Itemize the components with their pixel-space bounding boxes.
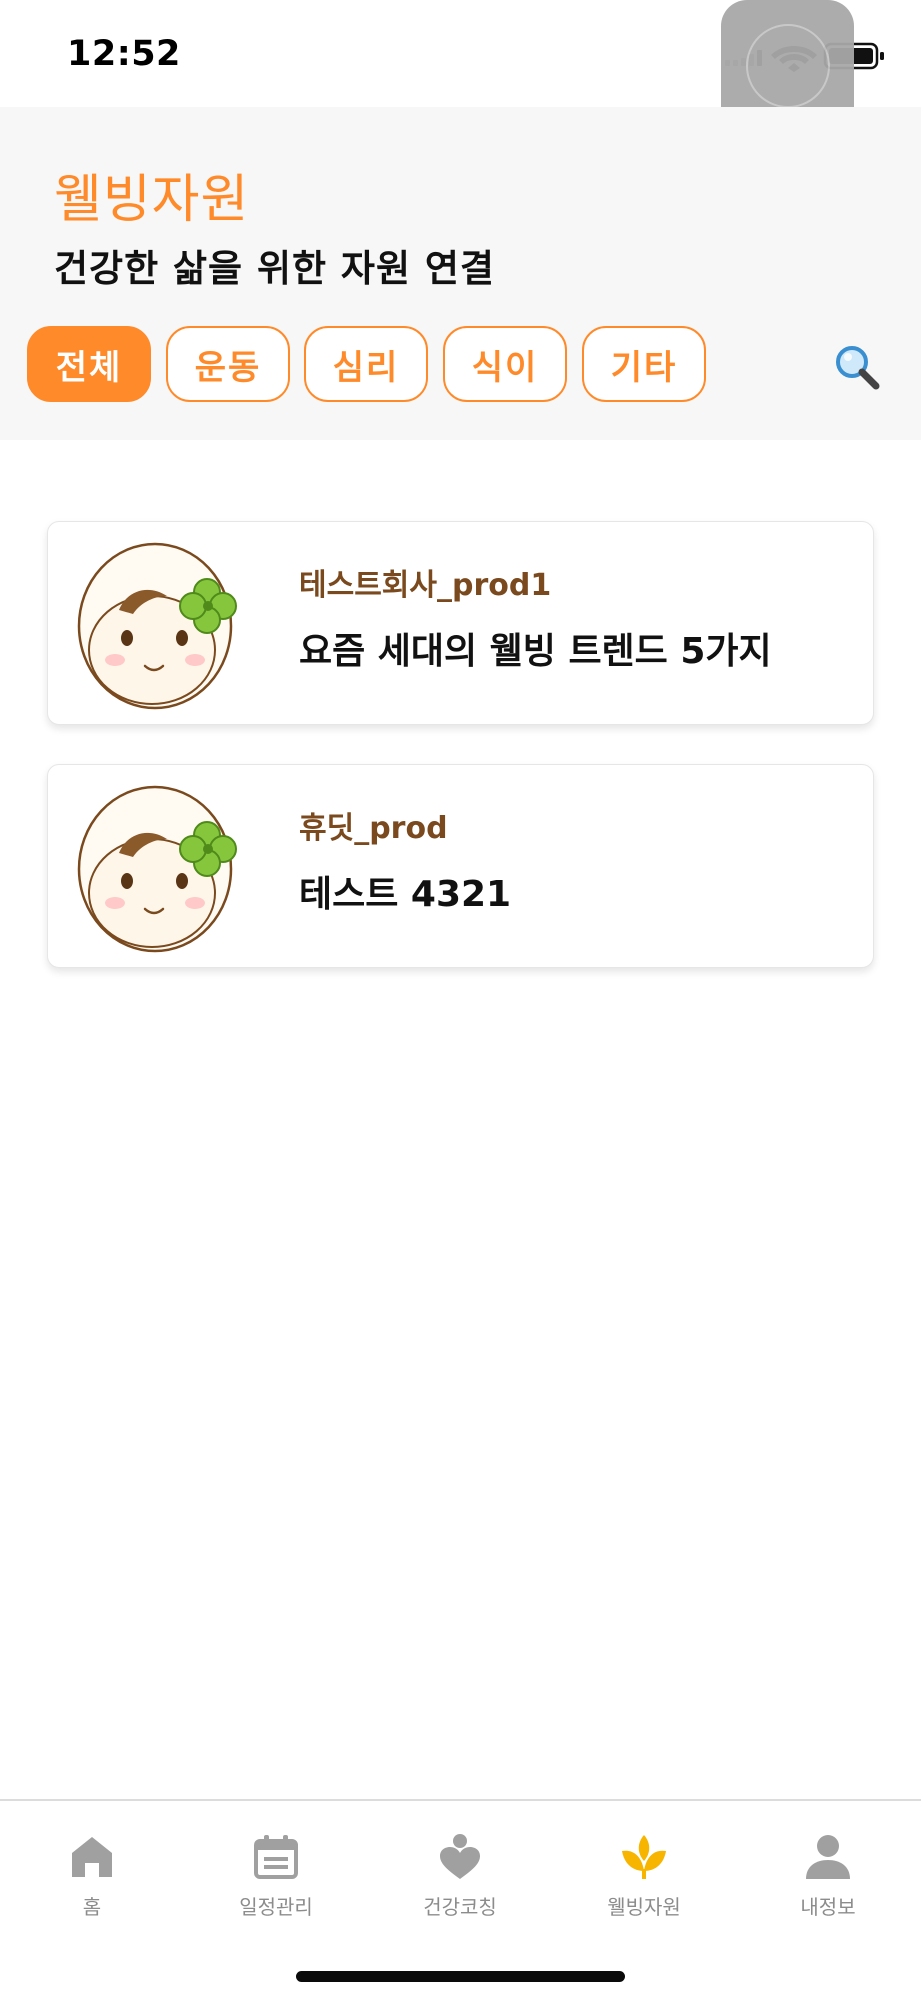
- nav-item-schedule[interactable]: 일정관리: [206, 1831, 346, 1931]
- screen: 12:52 웰빙자원 건강한 삶을 위한 자원 연결 전체 운동 심리 식이 기…: [0, 0, 921, 2000]
- page-subtitle: 건강한 삶을 위한 자원 연결: [54, 247, 495, 290]
- page-header: 웰빙자원 건강한 삶을 위한 자원 연결 전체 운동 심리 식이 기타: [0, 107, 921, 440]
- person-icon: [806, 1835, 850, 1879]
- resource-title: 요즘 세대의 웰빙 트렌드 5가지: [299, 631, 772, 672]
- nav-label: 일정관리: [239, 1895, 313, 1919]
- search-icon[interactable]: [832, 342, 882, 392]
- home-icon: [72, 1837, 112, 1877]
- nav-item-wellbeing[interactable]: 웰빙자원: [574, 1831, 714, 1931]
- heart-person-icon: [440, 1834, 480, 1879]
- nav-item-coaching[interactable]: 건강코칭: [390, 1831, 530, 1931]
- clover-girl-avatar: [77, 542, 237, 710]
- status-bar: 12:52: [0, 0, 921, 133]
- sprout-icon: [622, 1835, 666, 1879]
- filter-chip-exercise[interactable]: 운동: [166, 326, 290, 402]
- filter-chip-diet[interactable]: 식이: [443, 326, 567, 402]
- nav-item-home[interactable]: 홈: [22, 1831, 162, 1931]
- resource-card[interactable]: 테스트회사_prod1 요즘 세대의 웰빙 트렌드 5가지: [47, 521, 874, 725]
- home-indicator: [296, 1971, 625, 1982]
- page-title: 웰빙자원: [54, 170, 250, 230]
- resource-org: 테스트회사_prod1: [299, 568, 552, 603]
- resource-org: 휴딧_prod: [299, 811, 448, 846]
- nav-label: 건강코칭: [423, 1895, 497, 1919]
- bottom-nav: 홈 일정관리 건강코칭 웰빙자원 내정보: [0, 1799, 921, 2000]
- resource-card[interactable]: 휴딧_prod 테스트 4321: [47, 764, 874, 968]
- clover-girl-avatar: [77, 785, 237, 953]
- filter-chip-all[interactable]: 전체: [27, 326, 151, 402]
- status-time: 12:52: [67, 34, 181, 74]
- nav-label: 홈: [82, 1895, 102, 1919]
- resource-title: 테스트 4321: [299, 874, 512, 915]
- filter-chip-other[interactable]: 기타: [582, 326, 706, 402]
- nav-label: 내정보: [800, 1895, 856, 1919]
- nav-item-my-info[interactable]: 내정보: [758, 1831, 898, 1931]
- calendar-icon: [254, 1835, 298, 1879]
- filter-chip-psychology[interactable]: 심리: [304, 326, 428, 402]
- nav-label: 웰빙자원: [607, 1895, 681, 1919]
